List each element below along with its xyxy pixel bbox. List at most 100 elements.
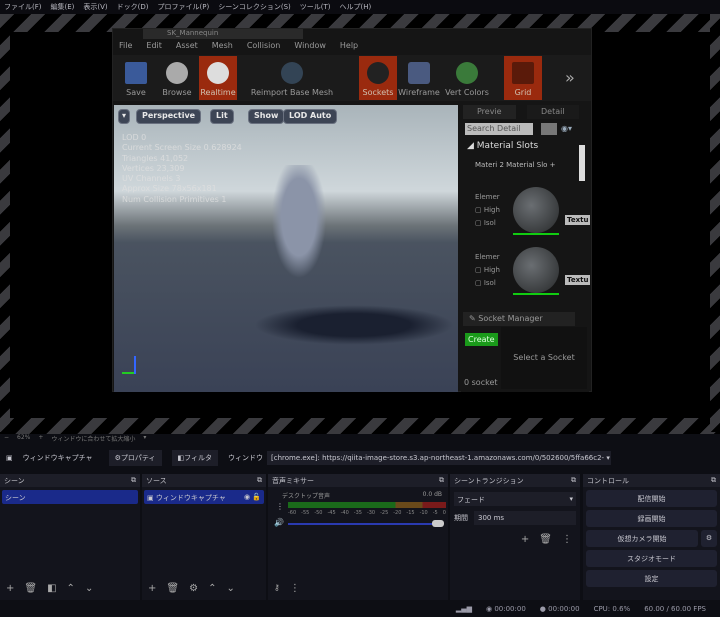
menu-tools[interactable]: ツール(T) [300, 2, 331, 12]
bounds-stripes-left [0, 14, 10, 432]
add-icon[interactable]: + [521, 534, 529, 545]
zoom-in-button[interactable]: + [38, 434, 43, 443]
duration-label: 期間 [454, 514, 468, 522]
realtime-button[interactable]: Realtime [199, 56, 237, 100]
menu-icon[interactable]: ⋮ [562, 534, 572, 545]
menu-view[interactable]: 表示(V) [83, 2, 107, 12]
ue-menu-help[interactable]: Help [340, 41, 358, 50]
sockets-button[interactable]: Sockets [359, 56, 397, 100]
eye-icon[interactable]: ◉ [244, 493, 250, 501]
filters-button[interactable]: ◧フィルタ [171, 450, 218, 466]
ue-menu-window[interactable]: Window [294, 41, 326, 50]
menu-file[interactable]: ファイル(F) [4, 2, 42, 12]
undock-icon[interactable]: ⧉ [711, 476, 716, 485]
undock-icon[interactable]: ⧉ [571, 476, 576, 485]
magnifier-icon [166, 62, 188, 84]
create-socket-button[interactable]: Create [465, 333, 498, 346]
audio-mixer-dock: 音声ミキサー ⧉ デスクトップ音声 0.0 dB ⋮ -60 -55 -50 -45 -40… [268, 474, 448, 600]
start-streaming-button[interactable]: 配信開始 [586, 490, 717, 507]
grid-view-icon[interactable] [541, 123, 557, 135]
undock-icon[interactable]: ⧉ [439, 476, 444, 485]
viewport-options-dropdown[interactable]: ▾ [118, 109, 131, 124]
down-icon[interactable]: ⌄ [85, 583, 93, 594]
mesh-stats: LOD 0 Current Screen Size 0.628924 Triangl… [122, 133, 242, 204]
down-icon[interactable]: ⌄ [226, 583, 234, 594]
texture-button-0[interactable]: Textu [565, 215, 591, 225]
grid-button[interactable]: Grid [504, 56, 542, 100]
show-button[interactable]: Show [248, 109, 285, 124]
start-virtual-camera-button[interactable]: 仮想カメラ開始 [586, 530, 698, 547]
studio-mode-button[interactable]: スタジオモード [586, 550, 717, 567]
undock-icon[interactable]: ⧉ [257, 476, 262, 485]
add-icon[interactable]: + [6, 583, 14, 594]
socket-manager-tab[interactable]: ✎ Socket Manager [463, 312, 575, 326]
lit-button[interactable]: Lit [210, 109, 234, 124]
fit-to-window[interactable]: ウィンドウに合わせて拡大縮小 [51, 434, 135, 443]
save-button[interactable]: Save [117, 56, 155, 100]
mixer-title: 音声ミキサー [272, 477, 314, 485]
window-select[interactable]: [chrome.exe]: https://qiita-image-store.… [267, 451, 611, 465]
trash-icon[interactable]: 🗑 [539, 534, 552, 545]
duration-input[interactable]: 300 ms [474, 511, 576, 525]
tab-details[interactable]: Detail [527, 105, 579, 119]
lock-icon[interactable]: 🔓 [252, 493, 261, 501]
source-item[interactable]: ▣ ウィンドウキャプチャ ◉ 🔓 [144, 490, 264, 504]
up-icon[interactable]: ⌃ [67, 583, 75, 594]
scene-item[interactable]: シーン [2, 490, 138, 504]
volume-slider[interactable] [288, 523, 438, 525]
material-thumbnail-1[interactable] [513, 247, 559, 293]
transition-select[interactable]: フェード ▾ [454, 492, 576, 506]
material-slots-header[interactable]: ◢ Material Slots [467, 141, 538, 151]
menu-profile[interactable]: プロファイル(P) [158, 2, 210, 12]
ue-menu-asset[interactable]: Asset [176, 41, 198, 50]
search-details-input[interactable]: Search Detail [465, 123, 533, 135]
filter-icon[interactable]: ◧ [47, 583, 56, 594]
scenes-title: シーン [4, 477, 25, 485]
add-icon[interactable]: + [148, 583, 156, 594]
start-recording-button[interactable]: 録画開始 [586, 510, 717, 527]
mannequin-figure [264, 165, 334, 295]
menu-help[interactable]: ヘルプ(H) [340, 2, 372, 12]
status-bar: ▂▄▆ ◉ 00:00:00 ● 00:00:00 CPU: 0.6% 60.0… [0, 600, 720, 617]
undock-icon[interactable]: ⧉ [131, 476, 136, 485]
mixer-settings-icon[interactable]: ⚷ [274, 583, 280, 594]
stopwatch-icon [207, 62, 229, 84]
lod-button[interactable]: LOD Auto [283, 109, 338, 124]
trash-icon[interactable]: 🗑 [24, 583, 37, 594]
ue-menu-file[interactable]: File [119, 41, 132, 50]
eye-icon[interactable]: ◉▾ [561, 124, 572, 133]
menu-edit[interactable]: 編集(E) [51, 2, 75, 12]
up-icon[interactable]: ⌃ [208, 583, 216, 594]
toolbar-overflow-button[interactable]: » [545, 56, 575, 100]
scrollbar[interactable] [579, 145, 585, 181]
properties-button[interactable]: ⚙プロパティ [108, 450, 162, 466]
volume-slider-handle[interactable] [432, 520, 444, 527]
channel-db: 0.0 dB [422, 491, 442, 498]
material-thumbnail-0[interactable] [513, 187, 559, 233]
settings-button[interactable]: 設定 [586, 570, 717, 587]
channel-menu-icon[interactable]: ⋮ [276, 502, 284, 511]
menu-dock[interactable]: ドック(D) [117, 2, 149, 12]
mixer-menu-icon[interactable]: ⋮ [290, 583, 300, 594]
reimport-button[interactable]: Reimport Base Mesh [240, 56, 344, 100]
wireframe-button[interactable]: Wireframe [398, 56, 440, 100]
socket-count: 0 socket [464, 378, 498, 387]
network-icon: ▂▄▆ [455, 604, 472, 613]
speaker-icon[interactable]: 🔊 [274, 518, 284, 527]
tab-preview[interactable]: Previe [463, 105, 516, 119]
zoom-out-button[interactable]: − [4, 434, 9, 443]
texture-button-1[interactable]: Textu [565, 275, 591, 285]
perspective-button[interactable]: Perspective [136, 109, 202, 124]
ue-menu-mesh[interactable]: Mesh [212, 41, 233, 50]
ue-menu-edit[interactable]: Edit [146, 41, 162, 50]
browse-button[interactable]: Browse [158, 56, 196, 100]
trash-icon[interactable]: 🗑 [166, 583, 179, 594]
virtual-camera-gear-icon[interactable]: ⚙ [701, 530, 717, 547]
menu-scene-collection[interactable]: シーンコレクション(S) [218, 2, 291, 12]
mesh-viewport[interactable]: ▾ Perspective Lit Show LOD Auto LOD 0 Cur… [114, 105, 458, 392]
vert-colors-button[interactable]: Vert Colors [441, 56, 493, 100]
character-shadow [254, 305, 454, 345]
gear-icon[interactable]: ⚙ [189, 583, 198, 594]
ue-menu-collision[interactable]: Collision [247, 41, 281, 50]
zoom-dropdown[interactable]: ▾ [143, 434, 146, 443]
